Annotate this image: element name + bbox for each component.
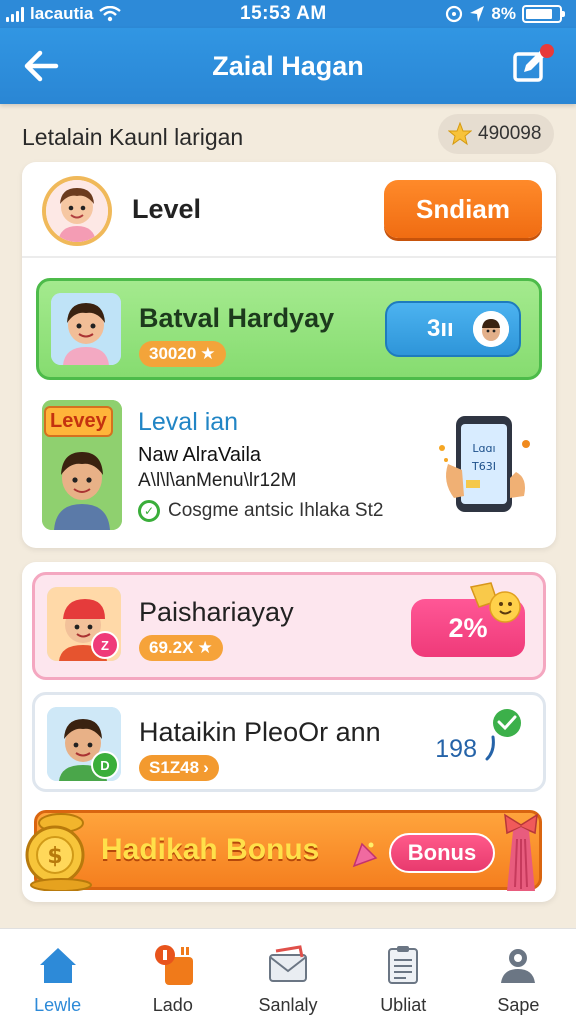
battery-percent: 8% — [491, 4, 516, 23]
score-value: 69.2X — [149, 638, 194, 657]
battery-icon — [521, 5, 565, 23]
promo-check-text: Cosgme antsic Ihlaka St2 — [168, 500, 384, 521]
home-icon — [39, 948, 76, 983]
child-avatar-icon — [51, 293, 121, 365]
mini-avatar — [473, 311, 509, 347]
svg-text:Lɑɑı: Lɑɑı — [472, 442, 495, 455]
nav-label: Sape — [497, 995, 540, 1015]
back-button[interactable] — [22, 48, 62, 84]
nav-item-ubliat[interactable]: Ubliat — [346, 929, 461, 1024]
alarm-icon — [446, 5, 463, 23]
count-value: 198 — [435, 735, 477, 763]
arrow-left-icon — [24, 50, 59, 82]
signal-icon — [6, 6, 24, 22]
face-icon — [473, 311, 509, 347]
child-thumbnail: Z — [47, 587, 121, 661]
star-count: 490098 — [478, 123, 542, 144]
coin-stack-icon: $ — [25, 813, 92, 891]
promo-subtitle-secondary: A\l\l\anMenu\lr12M — [138, 470, 297, 491]
child-thumbnail — [51, 293, 121, 365]
status-bar: lacautia 15:53 AM 8% — [0, 0, 576, 28]
nav-item-home[interactable]: Lewle — [0, 929, 115, 1024]
level-card: Level Sndiam Batval Hardyay 30020 ★ 3ıı — [22, 162, 556, 548]
score-pill: S1Z48 › — [139, 755, 219, 781]
promo-title: Leval ian — [138, 408, 239, 436]
bonus-title: Hadikah Bonus — [101, 833, 320, 866]
featured-action-label: 3ıı — [427, 315, 454, 342]
promo-row[interactable]: Levey Leval ian Naw AlraVaila A\l\l\anMe… — [22, 394, 556, 544]
list-item-title: Paishariayay — [139, 597, 294, 627]
promo-check-line: ✓ Cosgme antsic Ihlaka St2 — [138, 500, 383, 522]
nav-label: Ubliat — [380, 995, 427, 1015]
nav-item-lado[interactable]: Lado — [115, 929, 230, 1024]
battery-level — [525, 9, 552, 19]
list-item[interactable]: Z Paishariayay 69.2X ★ 2% — [32, 572, 546, 680]
section-title: Letalain Kaunl larigan — [22, 124, 244, 150]
featured-child-row[interactable]: Batval Hardyay 30020 ★ 3ıı — [36, 278, 542, 380]
nav-label: Lado — [152, 995, 193, 1015]
location-icon — [470, 6, 485, 22]
thumbnail-badge: Z — [91, 631, 119, 659]
score-pill: 30020 ★ — [139, 341, 226, 367]
level-action-button[interactable]: Sndiam — [384, 180, 542, 238]
star-balance[interactable]: 490098 — [438, 114, 554, 154]
star-icon: ★ — [197, 638, 213, 657]
child-avatar-icon — [46, 180, 108, 242]
chat-bubble-icon — [485, 709, 521, 761]
status-time: 15:53 AM — [240, 3, 327, 24]
party-popper-icon — [352, 842, 378, 868]
gift-ribbon-icon — [504, 813, 538, 891]
app-header: Zaial Hagan — [0, 28, 576, 104]
list-item[interactable]: D Hataikin PleoOr ann S1Z48 › 198 — [32, 692, 546, 792]
promo-badge: Levey — [44, 406, 113, 437]
phone-illustration-icon: Lɑɑı T63I — [439, 416, 530, 512]
gift-icon — [154, 945, 193, 985]
notification-dot — [540, 44, 554, 58]
svg-text:T63I: T63I — [471, 460, 496, 473]
nav-item-sanlaly[interactable]: Sanlaly — [230, 929, 345, 1024]
mail-icon — [269, 945, 307, 982]
clipboard-icon — [388, 946, 419, 984]
star-icon: ★ — [200, 344, 216, 363]
bonus-banner[interactable]: $ Hadikah Bonus Bonus — [25, 810, 542, 891]
featured-action-button[interactable]: 3ıı — [385, 301, 521, 357]
bonus-button[interactable]: Bonus — [389, 833, 495, 873]
score-value: 30020 — [149, 344, 197, 363]
nav-label: Sanlaly — [258, 995, 318, 1015]
check-circle-icon: ✓ — [138, 500, 160, 522]
emoji-sticker-icon — [469, 582, 521, 623]
promo-thumbnail: Levey — [42, 400, 122, 530]
child-thumbnail: D — [47, 707, 121, 781]
list-item-title: Hataikin PleoOr ann — [139, 717, 381, 747]
promo-subtitle: Naw AlraVaila — [138, 444, 262, 466]
chevron-right-icon: › — [203, 758, 209, 777]
bottom-nav: Lewle Lado Sanlaly Ubliat Sape — [0, 928, 576, 1024]
edit-button[interactable] — [510, 44, 554, 86]
nav-label: Lewle — [34, 995, 82, 1015]
profile-icon — [501, 949, 536, 983]
star-icon — [448, 122, 472, 146]
score-value: S1Z48 — [149, 758, 200, 777]
avatar[interactable] — [42, 176, 112, 246]
featured-child-name: Batval Hardyay — [139, 303, 335, 333]
nav-item-sape[interactable]: Sape — [461, 929, 576, 1024]
wifi-icon — [99, 6, 122, 22]
level-row: Level Sndiam — [22, 162, 556, 258]
carrier-label: lacautia — [30, 4, 94, 23]
svg-text:$: $ — [47, 844, 62, 869]
page-title: Zaial Hagan — [212, 50, 364, 81]
score-pill: 69.2X ★ — [139, 635, 223, 661]
level-label: Level — [132, 194, 202, 224]
thumbnail-badge: D — [91, 751, 119, 779]
